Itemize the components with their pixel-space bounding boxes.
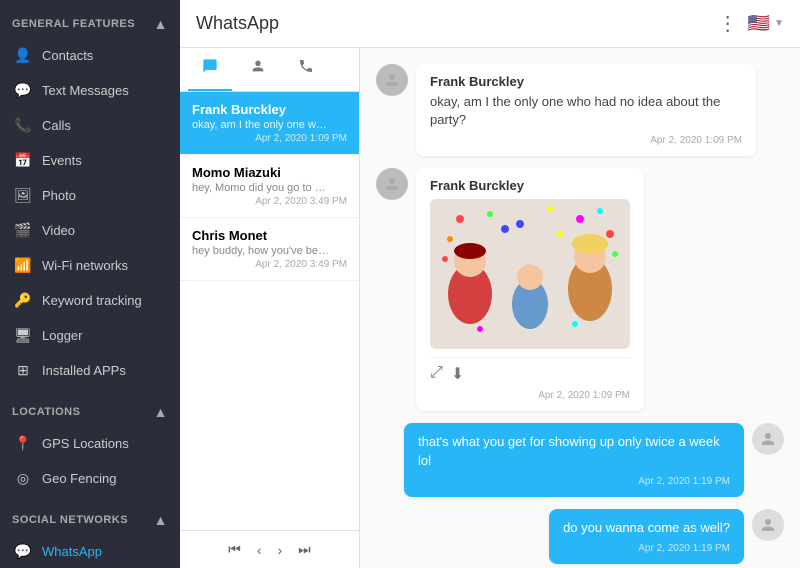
video-icon: 🎬 xyxy=(14,222,32,239)
avatar xyxy=(752,423,784,455)
tab-contacts[interactable] xyxy=(236,48,280,91)
sidebar-item-photo[interactable]: 🖼 Photo xyxy=(0,178,180,213)
contact-name: Frank Burckley xyxy=(192,102,347,117)
message-bubble: do you wanna come as well? Apr 2, 2020 1… xyxy=(549,509,744,564)
topbar: WhatsApp ⋮ 🇺🇸 ▼ xyxy=(180,0,800,48)
whatsapp-icon: 💬 xyxy=(14,543,32,560)
contact-message: okay, am I the only one who had no ide..… xyxy=(192,119,332,131)
sender-name: Frank Burckley xyxy=(430,178,630,193)
contact-message: hey, Momo did you go to Chemistry to... xyxy=(192,182,332,194)
logger-icon: 🖥 xyxy=(14,327,32,344)
sidebar-item-calls[interactable]: 📞 Calls xyxy=(0,108,180,143)
sidebar-item-video[interactable]: 🎬 Video xyxy=(0,213,180,248)
flag-icon: 🇺🇸 xyxy=(748,13,770,34)
message-text: do you wanna come as well? xyxy=(563,519,730,537)
events-icon: 📅 xyxy=(14,152,32,169)
expand-icon[interactable]: ⤢ xyxy=(430,364,443,384)
contact-time: Apr 2, 2020 1:09 PM xyxy=(192,133,347,144)
gps-icon: 📍 xyxy=(14,435,32,452)
message-row: that's what you get for showing up only … xyxy=(376,423,784,496)
sidebar-item-whatsapp[interactable]: 💬 WhatsApp xyxy=(0,534,180,568)
message-bubble: that's what you get for showing up only … xyxy=(404,423,744,496)
sidebar-item-contacts[interactable]: 👤 Contacts xyxy=(0,38,180,73)
contacts-tabs xyxy=(180,48,359,92)
contact-item[interactable]: Frank Burckley okay, am I the only one w… xyxy=(180,92,359,155)
sidebar: GENERAL FEATURES ▲ 👤 Contacts 💬 Text Mes… xyxy=(0,0,180,568)
tab-chat[interactable] xyxy=(188,48,232,91)
sidebar-section-locations: LOCATIONS ▲ xyxy=(0,394,180,426)
last-page-button[interactable]: ⏭ xyxy=(294,539,315,560)
installed-apps-icon: ⊞ xyxy=(14,362,32,379)
contacts-panel: Frank Burckley okay, am I the only one w… xyxy=(180,48,360,568)
sidebar-item-gps-locations[interactable]: 📍 GPS Locations xyxy=(0,426,180,461)
sidebar-section-social: SOCIAL NETWORKS ▲ xyxy=(0,502,180,534)
download-icon[interactable]: ⬇ xyxy=(451,364,464,384)
main-area: WhatsApp ⋮ 🇺🇸 ▼ xyxy=(180,0,800,568)
chat-panel: Frank Burckley okay, am I the only one w… xyxy=(360,48,800,568)
message-bubble: Frank Burckley okay, am I the only one w… xyxy=(416,64,756,156)
calls-icon: 📞 xyxy=(14,117,32,134)
contact-name: Chris Monet xyxy=(192,228,347,243)
message-row: Frank Burckley okay, am I the only one w… xyxy=(376,64,784,156)
contact-message: hey buddy, how you've been? xyxy=(192,245,332,257)
message-bubble: Frank Burckley xyxy=(416,168,644,411)
photo-icon: 🖼 xyxy=(14,187,32,204)
language-selector[interactable]: 🇺🇸 ▼ xyxy=(748,13,784,34)
topbar-right: ⋮ 🇺🇸 ▼ xyxy=(718,11,784,36)
sidebar-item-keyword-tracking[interactable]: 🔑 Keyword tracking xyxy=(0,283,180,318)
contact-item[interactable]: Momo Miazuki hey, Momo did you go to Che… xyxy=(180,155,359,218)
first-page-button[interactable]: ⏮ xyxy=(224,539,245,560)
avatar xyxy=(752,509,784,541)
contact-name: Momo Miazuki xyxy=(192,165,347,180)
chat-messages: Frank Burckley okay, am I the only one w… xyxy=(360,48,800,568)
message-time: Apr 2, 2020 1:19 PM xyxy=(418,476,730,487)
contact-time: Apr 2, 2020 3:49 PM xyxy=(192,196,347,207)
wifi-icon: 📶 xyxy=(14,257,32,274)
image-actions: ⤢ ⬇ xyxy=(430,357,630,384)
message-text: that's what you get for showing up only … xyxy=(418,433,730,469)
message-time: Apr 2, 2020 1:09 PM xyxy=(430,135,742,146)
contacts-icon: 👤 xyxy=(14,47,32,64)
sidebar-item-logger[interactable]: 🖥 Logger xyxy=(0,318,180,353)
tab-calls[interactable] xyxy=(284,48,328,91)
avatar xyxy=(376,64,408,96)
sidebar-item-events[interactable]: 📅 Events xyxy=(0,143,180,178)
prev-page-button[interactable]: ‹ xyxy=(253,540,266,560)
more-options-icon[interactable]: ⋮ xyxy=(718,11,738,36)
message-time: Apr 2, 2020 1:09 PM xyxy=(430,390,630,401)
sidebar-item-text-messages[interactable]: 💬 Text Messages xyxy=(0,73,180,108)
contact-list: Frank Burckley okay, am I the only one w… xyxy=(180,92,359,530)
message-row: Frank Burckley xyxy=(376,168,784,411)
geo-fencing-icon: ◎ xyxy=(14,470,32,487)
contact-item[interactable]: Chris Monet hey buddy, how you've been? … xyxy=(180,218,359,281)
sidebar-item-installed-apps[interactable]: ⊞ Installed APPs xyxy=(0,353,180,388)
keyword-tracking-icon: 🔑 xyxy=(14,292,32,309)
avatar xyxy=(376,168,408,200)
chevron-down-icon: ▼ xyxy=(774,18,784,29)
next-page-button[interactable]: › xyxy=(274,540,287,560)
sender-name: Frank Burckley xyxy=(430,74,742,89)
sidebar-item-geo-fencing[interactable]: ◎ Geo Fencing xyxy=(0,461,180,496)
sidebar-item-wifi[interactable]: 📶 Wi-Fi networks xyxy=(0,248,180,283)
contact-time: Apr 2, 2020 3:49 PM xyxy=(192,259,347,270)
page-title: WhatsApp xyxy=(196,13,279,34)
message-time: Apr 2, 2020 1:19 PM xyxy=(563,543,730,554)
pagination: ⏮ ‹ › ⏭ xyxy=(180,530,359,568)
message-text: okay, am I the only one who had no idea … xyxy=(430,93,742,129)
message-row: do you wanna come as well? Apr 2, 2020 1… xyxy=(376,509,784,564)
text-messages-icon: 💬 xyxy=(14,82,32,99)
sidebar-section-general: GENERAL FEATURES ▲ xyxy=(0,6,180,38)
message-image xyxy=(430,199,630,349)
content-area: Frank Burckley okay, am I the only one w… xyxy=(180,48,800,568)
